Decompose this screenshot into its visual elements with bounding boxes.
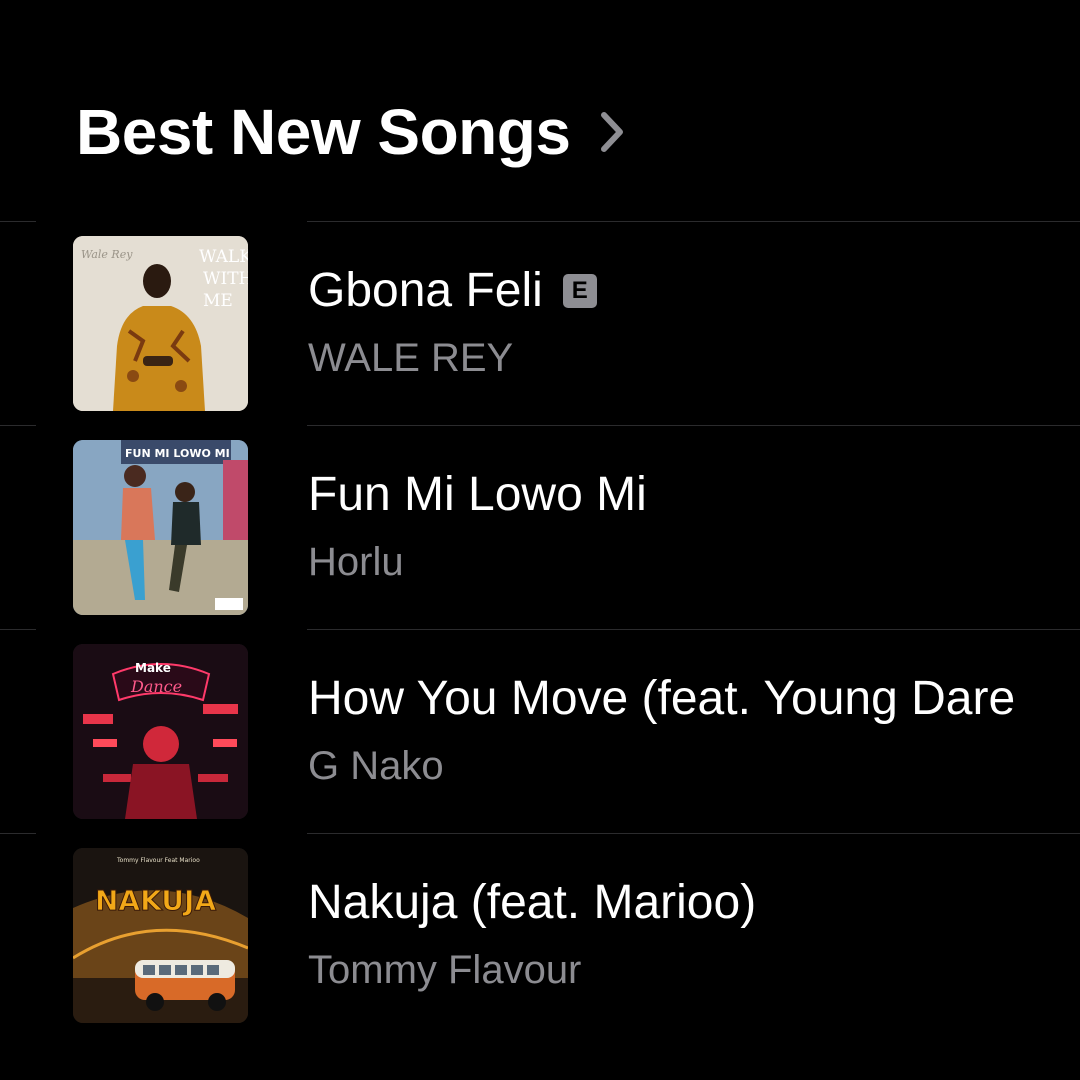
song-title-text: How You Move (feat. Young Dare xyxy=(308,672,1016,725)
separator xyxy=(307,221,1080,222)
artwork-text: ME xyxy=(203,291,233,311)
album-artwork[interactable]: Wale Rey WALK WITH ME xyxy=(73,236,248,411)
section-title[interactable]: Best New Songs xyxy=(76,95,571,169)
artwork-text: FUN MI LOWO MI xyxy=(125,447,230,460)
artwork-text: Tommy Flavour Feat Marioo xyxy=(116,857,200,864)
artwork-text: WALK xyxy=(199,247,248,267)
artwork-text: Dance xyxy=(130,677,182,696)
song-title-text: Fun Mi Lowo Mi xyxy=(308,468,647,521)
artist-name[interactable]: G Nako xyxy=(308,741,444,791)
artwork-text: NAKUJA xyxy=(95,884,216,917)
section-header-best-new-songs[interactable]: Best New Songs xyxy=(76,92,628,172)
separator xyxy=(307,833,1080,834)
song-title: How You Move (feat. Young Dare xyxy=(308,671,1015,727)
song-list: Wale Rey WALK WITH ME Gbona Feli E WALE … xyxy=(0,221,1080,1037)
artwork-text: Make xyxy=(135,661,171,675)
song-title: Fun Mi Lowo Mi xyxy=(308,467,647,523)
song-row[interactable]: Tommy Flavour Feat Marioo NAKUJA Nakuja … xyxy=(0,833,1080,1037)
artwork-text: WITH xyxy=(203,269,248,289)
song-title-text: Gbona Feli xyxy=(308,264,543,317)
artist-name[interactable]: Tommy Flavour xyxy=(308,945,581,995)
album-artwork[interactable]: Tommy Flavour Feat Marioo NAKUJA xyxy=(73,848,248,1023)
song-row[interactable]: Make Dance How You Move (feat. Young Dar… xyxy=(0,629,1080,833)
separator xyxy=(0,221,36,222)
separator xyxy=(0,629,36,630)
album-artwork[interactable]: Make Dance xyxy=(73,644,248,819)
separator xyxy=(307,629,1080,630)
artwork-text: Wale Rey xyxy=(81,248,133,261)
song-title-text: Nakuja (feat. Marioo) xyxy=(308,876,757,929)
album-artwork[interactable]: FUN MI LOWO MI xyxy=(73,440,248,615)
separator xyxy=(0,425,36,426)
artist-name[interactable]: WALE REY xyxy=(308,333,513,383)
song-title: Gbona Feli E xyxy=(308,263,597,319)
song-row[interactable]: Wale Rey WALK WITH ME Gbona Feli E WALE … xyxy=(0,221,1080,425)
song-title: Nakuja (feat. Marioo) xyxy=(308,875,756,931)
separator xyxy=(0,833,36,834)
chevron-right-icon[interactable] xyxy=(596,109,628,155)
explicit-badge: E xyxy=(562,274,597,308)
artist-name[interactable]: Horlu xyxy=(308,537,404,587)
song-row[interactable]: FUN MI LOWO MI Fun Mi Lowo Mi Horlu xyxy=(0,425,1080,629)
separator xyxy=(307,425,1080,426)
